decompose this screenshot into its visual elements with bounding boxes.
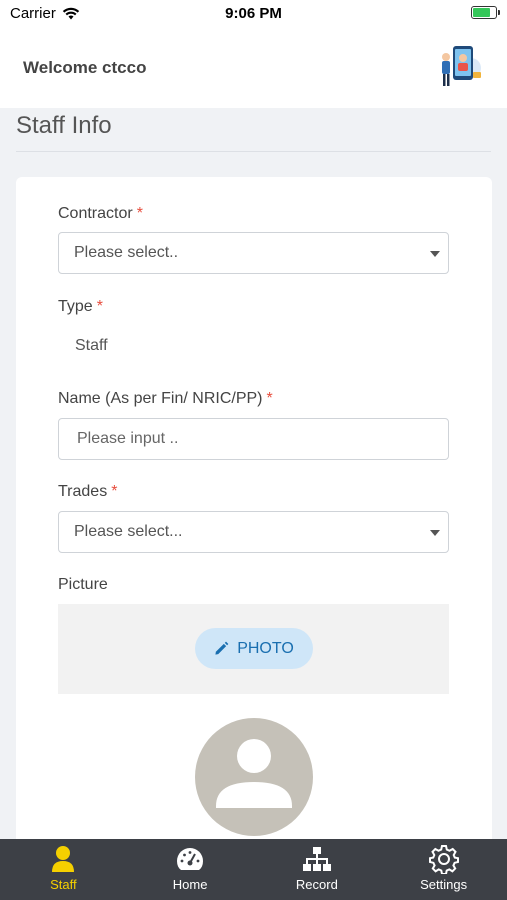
title-divider [16, 151, 491, 152]
tab-record[interactable]: Record [254, 839, 381, 900]
picture-label: Picture [58, 576, 108, 593]
pencil-icon [215, 641, 229, 655]
name-input-placeholder: Please input .. [77, 430, 179, 447]
tab-staff-label: Staff [50, 877, 77, 892]
chevron-down-icon [430, 251, 440, 257]
trades-select-value: Please select... [74, 523, 183, 540]
contractor-select-value: Please select.. [74, 244, 179, 261]
page-title: Staff Info [16, 112, 112, 139]
status-bar: Carrier 9:06 PM [0, 0, 507, 28]
profile-picture-placeholder [195, 718, 313, 836]
sitemap-icon [302, 847, 331, 871]
type-value: Staff [75, 337, 108, 354]
contractor-label: Contractor * [58, 205, 143, 223]
welcome-text: Welcome ctcco [23, 58, 147, 77]
chevron-down-icon [430, 530, 440, 536]
user-icon [52, 846, 75, 872]
name-label: Name (As per Fin/ NRIC/PP) * [58, 390, 273, 408]
trades-label: Trades * [58, 483, 117, 501]
tab-home[interactable]: Home [127, 839, 254, 900]
trades-label-text: Trades [58, 483, 108, 500]
tab-settings-label: Settings [420, 877, 468, 892]
dashboard-icon [177, 848, 204, 870]
required-marker: * [136, 205, 143, 222]
required-marker: * [111, 483, 118, 500]
user-illustration-icon[interactable] [435, 42, 485, 92]
contractor-select[interactable]: Please select.. [58, 232, 449, 274]
trades-select[interactable]: Please select... [58, 511, 449, 553]
tab-home-label: Home [172, 877, 208, 892]
bottom-tab-bar: Staff Home Record Settings [0, 839, 507, 900]
contractor-label-text: Contractor [58, 205, 133, 222]
required-marker: * [266, 390, 273, 407]
user-avatar-icon [216, 739, 292, 808]
tab-staff[interactable]: Staff [0, 839, 127, 900]
battery-icon [471, 6, 500, 19]
type-label: Type * [58, 298, 103, 316]
photo-button-label: PHOTO [237, 639, 294, 657]
tab-record-label: Record [295, 877, 338, 892]
name-label-text: Name (As per Fin/ NRIC/PP) [58, 390, 263, 407]
app-header: Welcome ctcco [0, 28, 507, 108]
photo-button[interactable]: PHOTO [195, 628, 313, 669]
clock: 9:06 PM [225, 5, 282, 22]
name-input[interactable]: Please input .. [58, 418, 449, 460]
required-marker: * [96, 298, 103, 315]
tab-settings[interactable]: Settings [380, 839, 507, 900]
gear-icon [428, 845, 459, 874]
type-label-text: Type [58, 298, 93, 315]
